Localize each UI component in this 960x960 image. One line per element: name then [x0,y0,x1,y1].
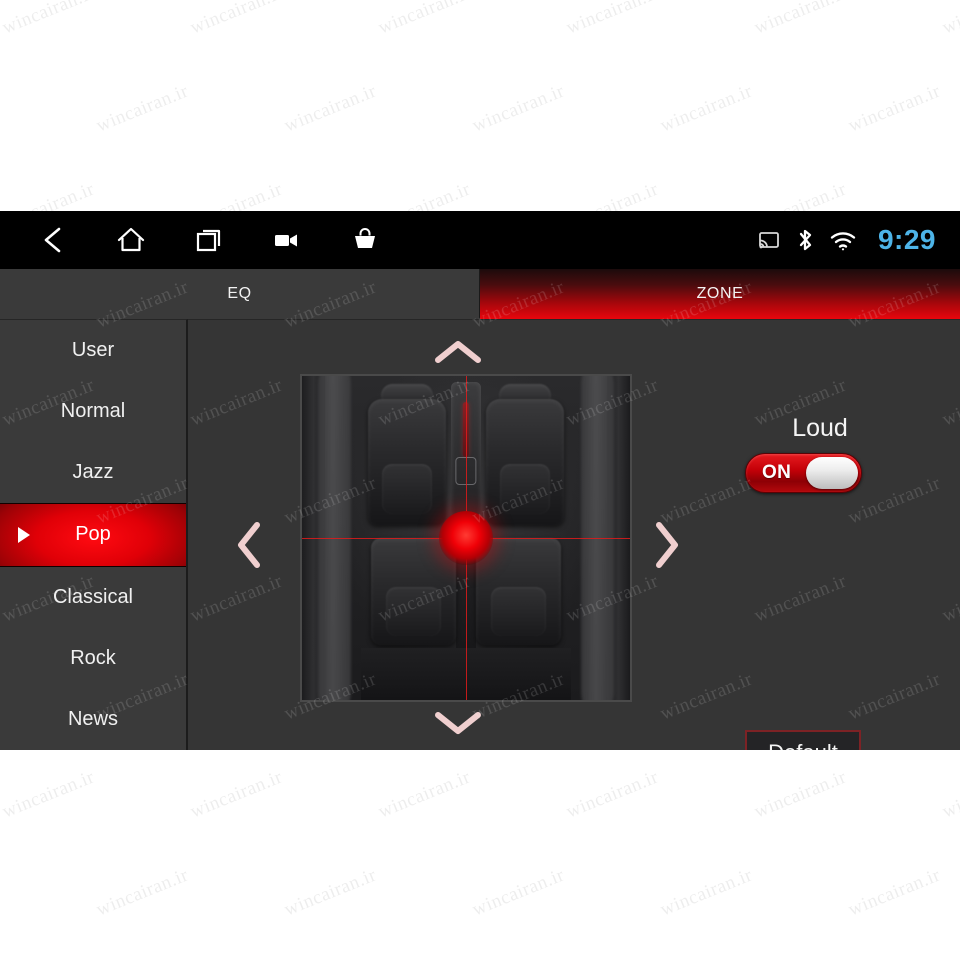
system-status-icons: 9:29 [758,211,936,269]
recents-icon[interactable] [190,221,228,259]
chevron-left-icon[interactable] [231,516,267,574]
tab-eq[interactable]: EQ [0,269,480,319]
chevron-down-icon[interactable] [429,705,487,741]
back-icon[interactable] [34,221,72,259]
home-icon[interactable] [112,221,150,259]
watermark-text: wincairan.ir [939,0,960,39]
android-status-bar: 9:29 [0,211,960,269]
watermark-text: wincairan.ir [939,766,960,823]
watermark-text: wincairan.ir [187,0,286,39]
watermark-text: wincairan.ir [657,80,756,137]
status-bar-clock: 9:29 [877,224,936,255]
sidebar-item-label: News [67,707,118,730]
sidebar-item-label: User [71,339,115,362]
default-button-label: Default [768,740,838,750]
mode-tab-bar: EQ ZONE [0,269,960,319]
play-triangle-icon [18,526,30,543]
watermark-text: wincairan.ir [93,80,192,137]
toggle-knob[interactable] [806,457,858,489]
sidebar-item-label: Normal [60,400,126,423]
chevron-up-icon[interactable] [429,334,487,370]
sound-focus-point[interactable] [439,511,493,565]
watermark-text: wincairan.ir [0,0,98,39]
sidebar-item-pop[interactable]: Pop [0,503,186,567]
watermark-text: wincairan.ir [469,864,568,921]
watermark-text: wincairan.ir [0,864,4,921]
loud-toggle-state: ON [762,462,792,483]
watermark-text: wincairan.ir [375,766,474,823]
watermark-text: wincairan.ir [563,0,662,39]
seat-rear-right [475,538,562,645]
watermark-text: wincairan.ir [657,864,756,921]
watermark-text: wincairan.ir [0,766,98,823]
watermark-text: wincairan.ir [93,864,192,921]
seat-front-left [367,398,447,526]
zone-screen-content: User Normal Jazz Pop Classical Rock News… [0,319,960,750]
sidebar-item-user[interactable]: User [0,320,186,381]
tab-zone[interactable]: ZONE [480,269,960,319]
watermark-text: wincairan.ir [751,0,850,39]
tab-zone-label: ZONE [696,285,744,302]
loud-toggle[interactable]: ON [745,453,862,493]
cabin-seat-map[interactable] [300,374,632,702]
navigation-button-group [34,221,384,259]
screenshot-canvas: 9:29 EQ ZONE User Normal Jazz Pop Classi… [0,0,960,960]
wifi-icon[interactable] [830,230,856,251]
watermark-text: wincairan.ir [845,80,944,137]
sidebar-item-classical[interactable]: Classical [0,567,186,628]
chevron-right-icon[interactable] [649,516,685,574]
seat-front-right [485,398,565,526]
zone-control-panel: Loud ON Default [188,319,960,750]
tab-eq-label: EQ [227,285,252,302]
watermark-text: wincairan.ir [845,864,944,921]
sidebar-item-label: Jazz [72,461,114,484]
basket-icon[interactable] [346,221,384,259]
sidebar-item-news[interactable]: News [0,689,186,750]
cast-icon[interactable] [758,231,780,250]
watermark-text: wincairan.ir [751,766,850,823]
watermark-text: wincairan.ir [0,80,4,137]
loud-label: Loud [792,414,848,442]
screenrecord-icon[interactable] [268,221,306,259]
watermark-text: wincairan.ir [281,80,380,137]
eq-preset-sidebar: User Normal Jazz Pop Classical Rock News [0,319,188,750]
watermark-text: wincairan.ir [563,766,662,823]
cabin-image [302,376,630,700]
sidebar-item-rock[interactable]: Rock [0,628,186,689]
sidebar-item-label: Pop [75,523,111,546]
watermark-text: wincairan.ir [187,766,286,823]
sidebar-item-jazz[interactable]: Jazz [0,442,186,503]
watermark-text: wincairan.ir [281,864,380,921]
sidebar-item-label: Classical [52,585,134,608]
bluetooth-icon[interactable] [795,227,815,253]
sidebar-item-normal[interactable]: Normal [0,381,186,442]
watermark-text: wincairan.ir [469,80,568,137]
sidebar-item-label: Rock [70,646,116,669]
watermark-text: wincairan.ir [375,0,474,39]
car-head-unit-screen: 9:29 EQ ZONE User Normal Jazz Pop Classi… [0,211,960,750]
default-button[interactable]: Default [745,730,861,750]
